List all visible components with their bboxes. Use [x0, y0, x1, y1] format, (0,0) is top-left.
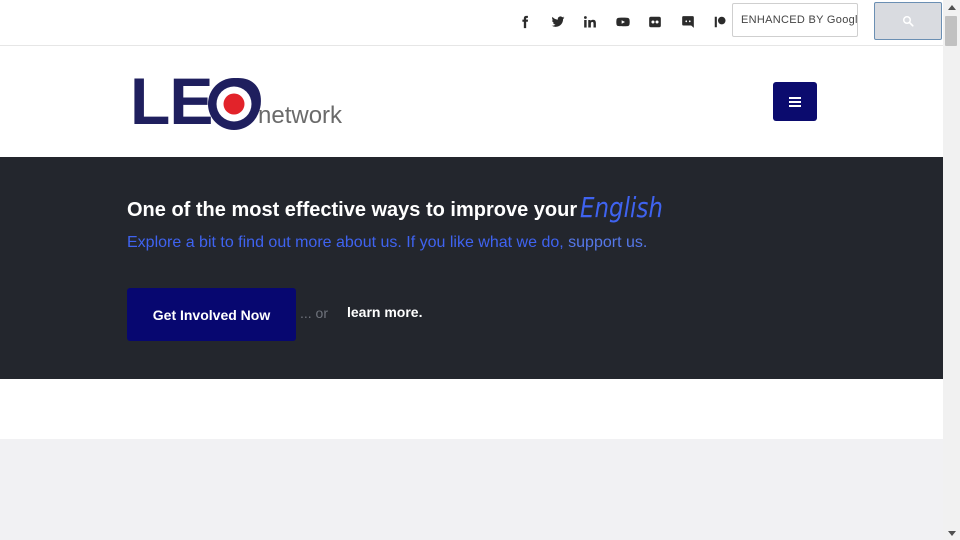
twitter-icon[interactable]: [542, 12, 575, 32]
discord-icon[interactable]: [672, 12, 705, 32]
site-logo[interactable]: LEO network: [130, 68, 352, 134]
scroll-up-arrow[interactable]: [943, 0, 960, 14]
hamburger-icon: [789, 96, 801, 107]
content-spacer: [0, 379, 943, 439]
search-box[interactable]: [732, 3, 858, 37]
menu-button[interactable]: [773, 82, 817, 121]
search-button[interactable]: [874, 2, 942, 40]
top-bar: [0, 0, 943, 46]
hero-section: One of the most effective ways to improv…: [0, 157, 943, 379]
get-involved-button[interactable]: Get Involved Now: [127, 288, 296, 341]
hero-subtitle-text: Explore a bit to find out more about us.…: [127, 234, 564, 251]
support-us-link[interactable]: support us.: [568, 234, 647, 251]
scroll-down-arrow[interactable]: [943, 526, 960, 540]
roundel-icon: [208, 78, 260, 130]
facebook-icon[interactable]: [509, 12, 542, 32]
learn-more-link[interactable]: learn more.: [347, 304, 422, 320]
search-input[interactable]: [733, 4, 857, 36]
social-links: [509, 12, 737, 32]
flickr-icon[interactable]: [639, 12, 672, 32]
search-icon: [903, 16, 914, 27]
page-scrollbar[interactable]: [943, 0, 960, 540]
site-header: LEO network: [0, 46, 943, 157]
or-text: ... or: [300, 305, 329, 321]
hero-title: One of the most effective ways to improv…: [127, 199, 578, 221]
logo-subtext: network: [258, 102, 343, 129]
hero-subtitle: Explore a bit to find out more about us.…: [127, 234, 647, 252]
youtube-icon[interactable]: [607, 12, 640, 32]
hero-title-accent: English: [580, 191, 663, 224]
scroll-thumb[interactable]: [945, 16, 957, 46]
page: LEO network One of the most effective wa…: [0, 0, 943, 540]
linkedin-icon[interactable]: [574, 12, 607, 32]
